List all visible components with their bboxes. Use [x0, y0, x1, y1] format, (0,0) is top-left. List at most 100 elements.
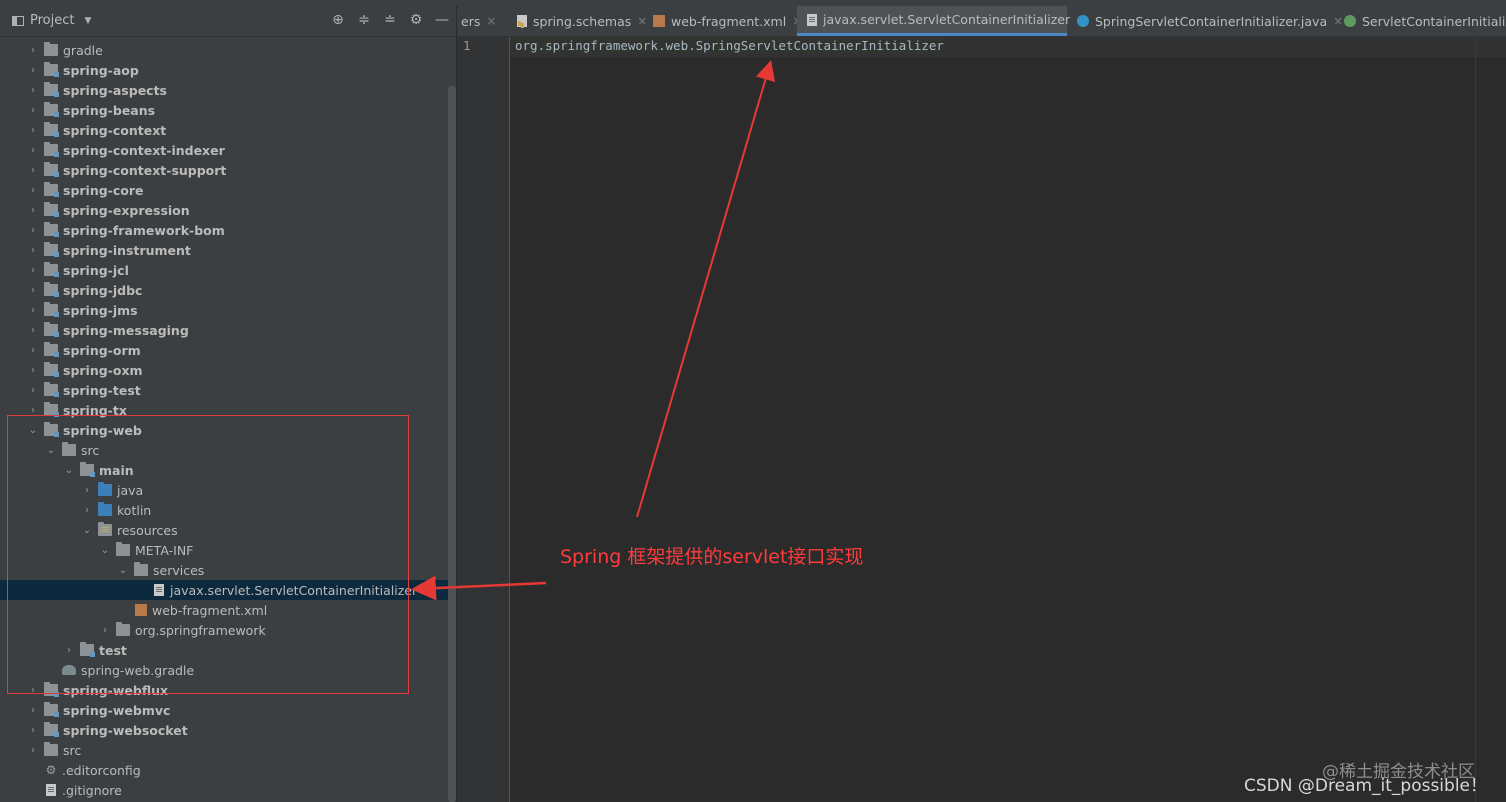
- tree-item[interactable]: › gradle: [0, 40, 448, 60]
- watermark-csdn: CSDN @Dream_it_possible！: [1244, 776, 1488, 796]
- tree-item-label: .gitignore: [62, 782, 122, 798]
- chevron-right-icon[interactable]: ›: [26, 265, 40, 276]
- module-icon: [44, 102, 59, 117]
- chevron-right-icon[interactable]: ›: [26, 165, 40, 176]
- chevron-right-icon[interactable]: ›: [26, 125, 40, 136]
- tree-item[interactable]: › spring-test: [0, 380, 448, 400]
- gear-icon[interactable]: ⚙: [408, 12, 424, 28]
- tree-item[interactable]: › src: [0, 740, 448, 760]
- chevron-right-icon[interactable]: ›: [26, 205, 40, 216]
- tree-item[interactable]: .gitignore: [0, 780, 448, 800]
- chevron-right-icon[interactable]: ›: [26, 305, 40, 316]
- chevron-right-icon[interactable]: ›: [26, 245, 40, 256]
- line-number: 1: [463, 38, 471, 53]
- module-icon: [44, 62, 59, 77]
- hide-icon[interactable]: —: [434, 12, 450, 28]
- tree-item-label: spring-context-indexer: [63, 142, 225, 158]
- editor-tab[interactable]: ers ×: [457, 6, 501, 36]
- tree-item[interactable]: › spring-webmvc: [0, 700, 448, 720]
- chevron-down-icon: ▼: [84, 15, 92, 26]
- xml-file-icon: [653, 15, 665, 27]
- tree-item[interactable]: › spring-context-indexer: [0, 140, 448, 160]
- module-icon: [44, 282, 59, 297]
- tree-item[interactable]: › spring-orm: [0, 340, 448, 360]
- module-icon: [44, 122, 59, 137]
- module-icon: [44, 342, 59, 357]
- module-icon: [44, 362, 59, 377]
- tree-item[interactable]: › spring-messaging: [0, 320, 448, 340]
- tree-item[interactable]: › spring-context: [0, 120, 448, 140]
- chevron-right-icon[interactable]: ›: [26, 385, 40, 396]
- tree-item[interactable]: › spring-jdbc: [0, 280, 448, 300]
- chevron-right-icon[interactable]: ›: [26, 325, 40, 336]
- chevron-right-icon[interactable]: ›: [26, 405, 40, 416]
- tree-item[interactable]: › spring-core: [0, 180, 448, 200]
- chevron-right-icon[interactable]: ›: [26, 345, 40, 356]
- tree-item-label: spring-expression: [63, 202, 190, 218]
- module-icon: [44, 262, 59, 277]
- tree-item-label: spring-webmvc: [63, 702, 171, 718]
- tree-item[interactable]: › spring-framework-bom: [0, 220, 448, 240]
- tree-item[interactable]: ⚙ .editorconfig: [0, 760, 448, 780]
- tree-item-label: src: [63, 742, 82, 758]
- chevron-right-icon[interactable]: ›: [26, 745, 40, 756]
- tree-item-label: spring-beans: [63, 102, 156, 118]
- editor-tab[interactable]: web-fragment.xml×: [643, 6, 802, 36]
- expand-all-icon[interactable]: ≑: [356, 12, 372, 28]
- chevron-right-icon[interactable]: ›: [26, 85, 40, 96]
- tree-item-label: gradle: [63, 42, 103, 58]
- tree-item[interactable]: › spring-beans: [0, 100, 448, 120]
- chevron-right-icon[interactable]: ›: [26, 285, 40, 296]
- editor-tab[interactable]: SpringServletContainerInitializer.java ×: [1067, 6, 1343, 36]
- project-view-selector[interactable]: Project ▼: [12, 13, 91, 28]
- tree-item[interactable]: › spring-context-support: [0, 160, 448, 180]
- editor-tab-label: ers: [461, 13, 481, 29]
- tree-item[interactable]: › spring-oxm: [0, 360, 448, 380]
- tree-item-label: spring-aop: [63, 62, 139, 78]
- tree-item[interactable]: › spring-aspects: [0, 80, 448, 100]
- interface-file-icon: [1344, 15, 1356, 27]
- module-icon: [44, 702, 59, 717]
- tree-item-label: spring-test: [63, 382, 141, 398]
- tree-item[interactable]: › spring-aop: [0, 60, 448, 80]
- tree-item-label: spring-jms: [63, 302, 138, 318]
- folder-icon: [44, 742, 58, 756]
- tree-item-label: spring-orm: [63, 342, 141, 358]
- chevron-right-icon[interactable]: ›: [26, 65, 40, 76]
- tree-item-label: spring-aspects: [63, 82, 167, 98]
- chevron-right-icon[interactable]: ›: [26, 705, 40, 716]
- tree-item[interactable]: › spring-jcl: [0, 260, 448, 280]
- editor-tab-label: web-fragment.xml: [671, 13, 787, 29]
- close-icon[interactable]: ×: [486, 14, 496, 28]
- editor-tab[interactable]: javax.servlet.ServletContainerInitialize…: [797, 6, 1086, 36]
- schemas-file-icon: [517, 15, 527, 27]
- locate-icon[interactable]: ⊕: [330, 12, 346, 28]
- tree-item-label: spring-messaging: [63, 322, 189, 338]
- chevron-right-icon[interactable]: ›: [26, 145, 40, 156]
- tree-item-label: spring-context: [63, 122, 167, 138]
- editor-tab[interactable]: ServletContainerInitializer.j: [1334, 6, 1506, 36]
- chevron-right-icon[interactable]: ›: [26, 225, 40, 236]
- editor-gutter: [457, 37, 510, 802]
- module-icon: [44, 322, 59, 337]
- chevron-right-icon[interactable]: ›: [26, 185, 40, 196]
- chevron-right-icon[interactable]: ›: [26, 105, 40, 116]
- tree-item-label: spring-core: [63, 182, 144, 198]
- module-icon: [44, 222, 59, 237]
- project-title: Project: [30, 13, 75, 28]
- editor-tab[interactable]: spring.schemas ×: [507, 6, 647, 36]
- text-file-icon: [46, 784, 56, 796]
- tree-item[interactable]: › spring-expression: [0, 200, 448, 220]
- collapse-all-icon[interactable]: ≐: [382, 12, 398, 28]
- code-line[interactable]: org.springframework.web.SpringServletCon…: [515, 38, 944, 53]
- tree-item-label: spring-jdbc: [63, 282, 143, 298]
- chevron-right-icon[interactable]: ›: [26, 45, 40, 56]
- tree-item[interactable]: › spring-jms: [0, 300, 448, 320]
- editor-tab-label: javax.servlet.ServletContainerInitialize…: [823, 12, 1071, 27]
- editor-area[interactable]: [510, 37, 1506, 802]
- chevron-right-icon[interactable]: ›: [26, 365, 40, 376]
- project-tree-scrollbar[interactable]: [448, 86, 456, 802]
- tree-item[interactable]: › spring-websocket: [0, 720, 448, 740]
- tree-item[interactable]: › spring-instrument: [0, 240, 448, 260]
- chevron-right-icon[interactable]: ›: [26, 725, 40, 736]
